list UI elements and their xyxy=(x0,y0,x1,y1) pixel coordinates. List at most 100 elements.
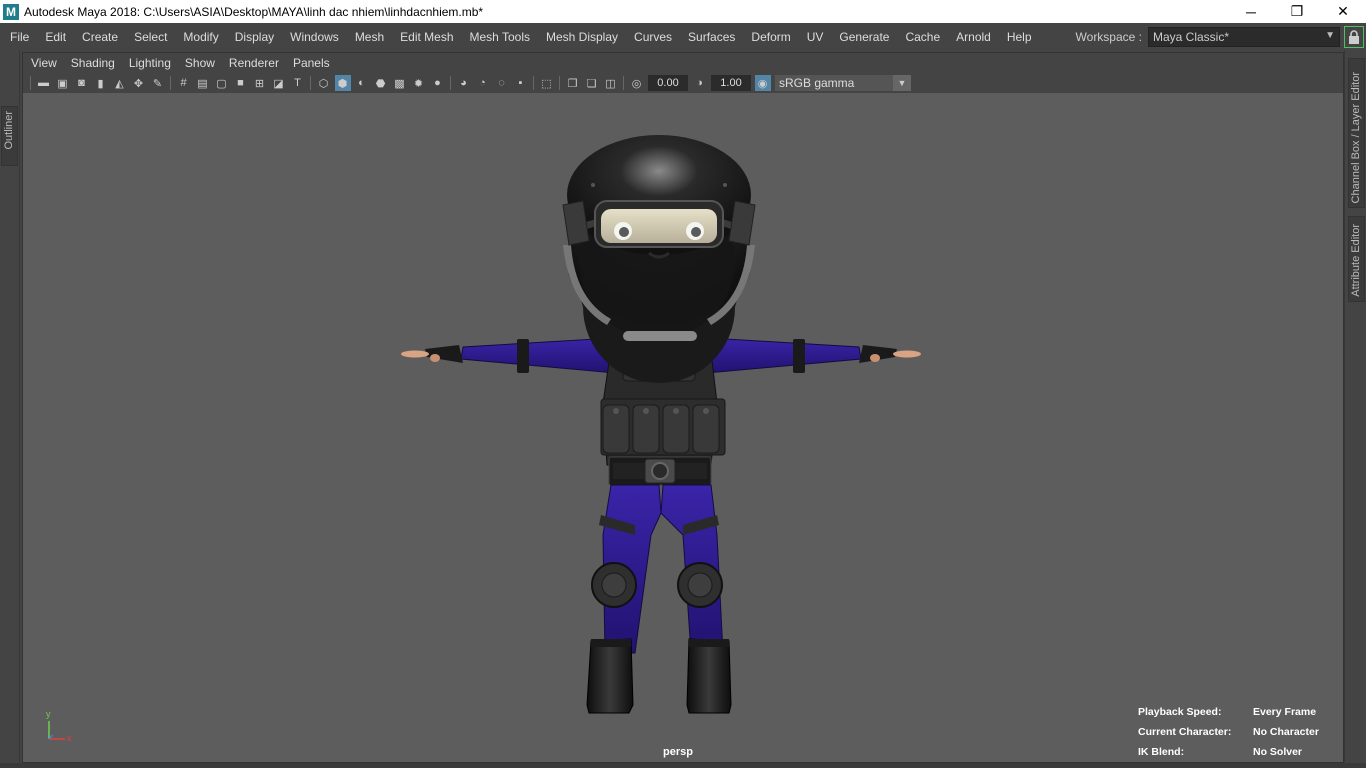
workspace-value: Maya Classic* xyxy=(1153,29,1230,44)
two-d-pan-icon[interactable]: ✥ xyxy=(131,75,147,91)
menu-mesh-tools[interactable]: Mesh Tools xyxy=(462,27,538,47)
safe-title-icon[interactable]: T xyxy=(290,75,306,91)
camera-name-label: persp xyxy=(663,746,693,758)
hud-row-playback: Playback Speed: Every Frame xyxy=(1138,705,1319,725)
safe-action-icon[interactable]: ◪ xyxy=(271,75,287,91)
motion-blur-icon[interactable]: ◔ xyxy=(475,75,491,91)
close-button[interactable]: ✕ xyxy=(1320,0,1366,23)
color-management-icon[interactable]: ◉ xyxy=(754,75,771,91)
select-camera-icon[interactable]: ▬ xyxy=(36,75,52,91)
color-space-value: sRGB gamma xyxy=(779,76,855,90)
toolbar-separator xyxy=(533,76,534,90)
chevron-down-icon: ▼ xyxy=(1325,29,1335,41)
toolbar-separator xyxy=(559,76,560,90)
smooth-shade-icon[interactable]: ⬢ xyxy=(334,75,351,91)
image-plane-icon[interactable]: ◭ xyxy=(112,75,128,91)
hud-character-value: No Character xyxy=(1253,726,1319,738)
menu-mesh-display[interactable]: Mesh Display xyxy=(538,27,626,47)
use-all-lights-icon[interactable]: ✹ xyxy=(411,75,427,91)
lock-button[interactable] xyxy=(1344,25,1364,48)
axis-x-label: x xyxy=(67,733,72,743)
menu-generate[interactable]: Generate xyxy=(831,27,897,47)
panel-menu-shading[interactable]: Shading xyxy=(64,56,122,70)
hud-row-character: Current Character: No Character xyxy=(1138,725,1319,745)
menu-modify[interactable]: Modify xyxy=(175,27,226,47)
lock-camera-icon[interactable]: ▣ xyxy=(55,75,71,91)
menu-file[interactable]: File xyxy=(0,27,37,47)
belt xyxy=(608,456,712,486)
xray-joints-icon[interactable]: ❏ xyxy=(584,75,600,91)
gate-mask-icon[interactable]: ■ xyxy=(233,75,249,91)
menu-deform[interactable]: Deform xyxy=(743,27,798,47)
gamma-icon[interactable]: ◑ xyxy=(692,75,708,91)
maya-logo-icon: M xyxy=(3,3,19,20)
hud-row-ik: IK Blend: No Solver xyxy=(1138,745,1319,762)
panel-menu-renderer[interactable]: Renderer xyxy=(222,56,286,70)
hud-ik-label: IK Blend: xyxy=(1138,746,1185,758)
panel-toolbar: ▬ ▣ ◙ ▮ ◭ ✥ ✎ # ▤ ▢ ■ ⊞ ◪ T ⬡ ⬢ ◐ ⬣ ▩ ✹ … xyxy=(23,73,1343,93)
menu-mesh[interactable]: Mesh xyxy=(347,27,392,47)
exposure-field[interactable]: 0.00 xyxy=(648,75,688,91)
3d-viewport[interactable]: y x persp Playback Speed: Every Frame Cu… xyxy=(23,93,1343,762)
workspace-dropdown[interactable]: Maya Classic* ▼ xyxy=(1148,26,1340,47)
channel-box-tab-label: Channel Box / Layer Editor xyxy=(1350,71,1362,203)
panel-menu-view[interactable]: View xyxy=(23,56,64,70)
hud-playback-label: Playback Speed: xyxy=(1138,706,1222,718)
menu-uv[interactable]: UV xyxy=(799,27,832,47)
menu-select[interactable]: Select xyxy=(126,27,175,47)
right-dock-strip: Channel Box / Layer Editor Attribute Edi… xyxy=(1344,50,1366,762)
menu-windows[interactable]: Windows xyxy=(282,27,347,47)
character-model xyxy=(401,135,921,714)
wireframe-icon[interactable]: ⬡ xyxy=(316,75,332,91)
camera-attributes-icon[interactable]: ◙ xyxy=(74,75,90,91)
menu-help[interactable]: Help xyxy=(999,27,1040,47)
menu-curves[interactable]: Curves xyxy=(626,27,680,47)
panel-menu-panels[interactable]: Panels xyxy=(286,56,337,70)
default-material-icon[interactable]: ◐ xyxy=(354,75,370,91)
shadows-icon[interactable]: ● xyxy=(430,75,446,91)
xray-components-icon[interactable]: ◫ xyxy=(603,75,619,91)
channel-box-tab[interactable]: Channel Box / Layer Editor xyxy=(1348,58,1365,208)
film-gate-icon[interactable]: ▤ xyxy=(195,75,211,91)
menu-edit-mesh[interactable]: Edit Mesh xyxy=(392,27,461,47)
exposure-icon[interactable]: ◎ xyxy=(629,75,645,91)
resolution-gate-icon[interactable]: ▢ xyxy=(214,75,230,91)
outliner-tab[interactable]: Outliner xyxy=(1,106,18,166)
menu-cache[interactable]: Cache xyxy=(897,27,948,47)
attribute-editor-tab[interactable]: Attribute Editor xyxy=(1348,216,1365,302)
anti-aliasing-icon[interactable]: ◌ xyxy=(494,75,510,91)
maximize-button[interactable]: ❐ xyxy=(1274,0,1320,23)
menu-edit[interactable]: Edit xyxy=(37,27,74,47)
color-space-dropdown[interactable]: sRGB gamma ▼ xyxy=(775,75,911,91)
viewport-panel: View Shading Lighting Show Renderer Pane… xyxy=(22,52,1344,763)
xray-icon[interactable]: ❐ xyxy=(565,75,581,91)
window-controls: ─ ❐ ✕ xyxy=(1228,0,1366,23)
gamma-field[interactable]: 1.00 xyxy=(711,75,751,91)
toolbar-separator xyxy=(170,76,171,90)
outliner-tab-label: Outliner xyxy=(3,111,15,150)
panel-menu-bar: View Shading Lighting Show Renderer Pane… xyxy=(23,53,1343,73)
grease-pencil-icon[interactable]: ✎ xyxy=(150,75,166,91)
menu-surfaces[interactable]: Surfaces xyxy=(680,27,743,47)
panel-menu-lighting[interactable]: Lighting xyxy=(122,56,178,70)
workspace-label: Workspace : xyxy=(1075,29,1142,44)
wireframe-on-shaded-icon[interactable]: ⬣ xyxy=(373,75,389,91)
panel-menu-show[interactable]: Show xyxy=(178,56,222,70)
textured-icon[interactable]: ▩ xyxy=(392,75,408,91)
toolbar-separator xyxy=(310,76,311,90)
toolbar-separator xyxy=(623,76,624,90)
grid-icon[interactable]: # xyxy=(176,75,192,91)
minimize-button[interactable]: ─ xyxy=(1228,0,1274,23)
window-title: Autodesk Maya 2018: C:\Users\ASIA\Deskto… xyxy=(24,4,484,19)
toolbar-separator xyxy=(30,76,31,90)
isolate-select-icon[interactable]: ⬚ xyxy=(539,75,555,91)
menu-create[interactable]: Create xyxy=(74,27,126,47)
screen-space-ao-icon[interactable]: ◕ xyxy=(456,75,472,91)
bookmark-icon[interactable]: ▮ xyxy=(93,75,109,91)
toolbar-separator xyxy=(450,76,451,90)
depth-of-field-icon[interactable]: ▪ xyxy=(513,75,529,91)
field-chart-icon[interactable]: ⊞ xyxy=(252,75,268,91)
menu-display[interactable]: Display xyxy=(227,27,282,47)
attribute-editor-tab-label: Attribute Editor xyxy=(1350,224,1362,297)
menu-arnold[interactable]: Arnold xyxy=(948,27,999,47)
